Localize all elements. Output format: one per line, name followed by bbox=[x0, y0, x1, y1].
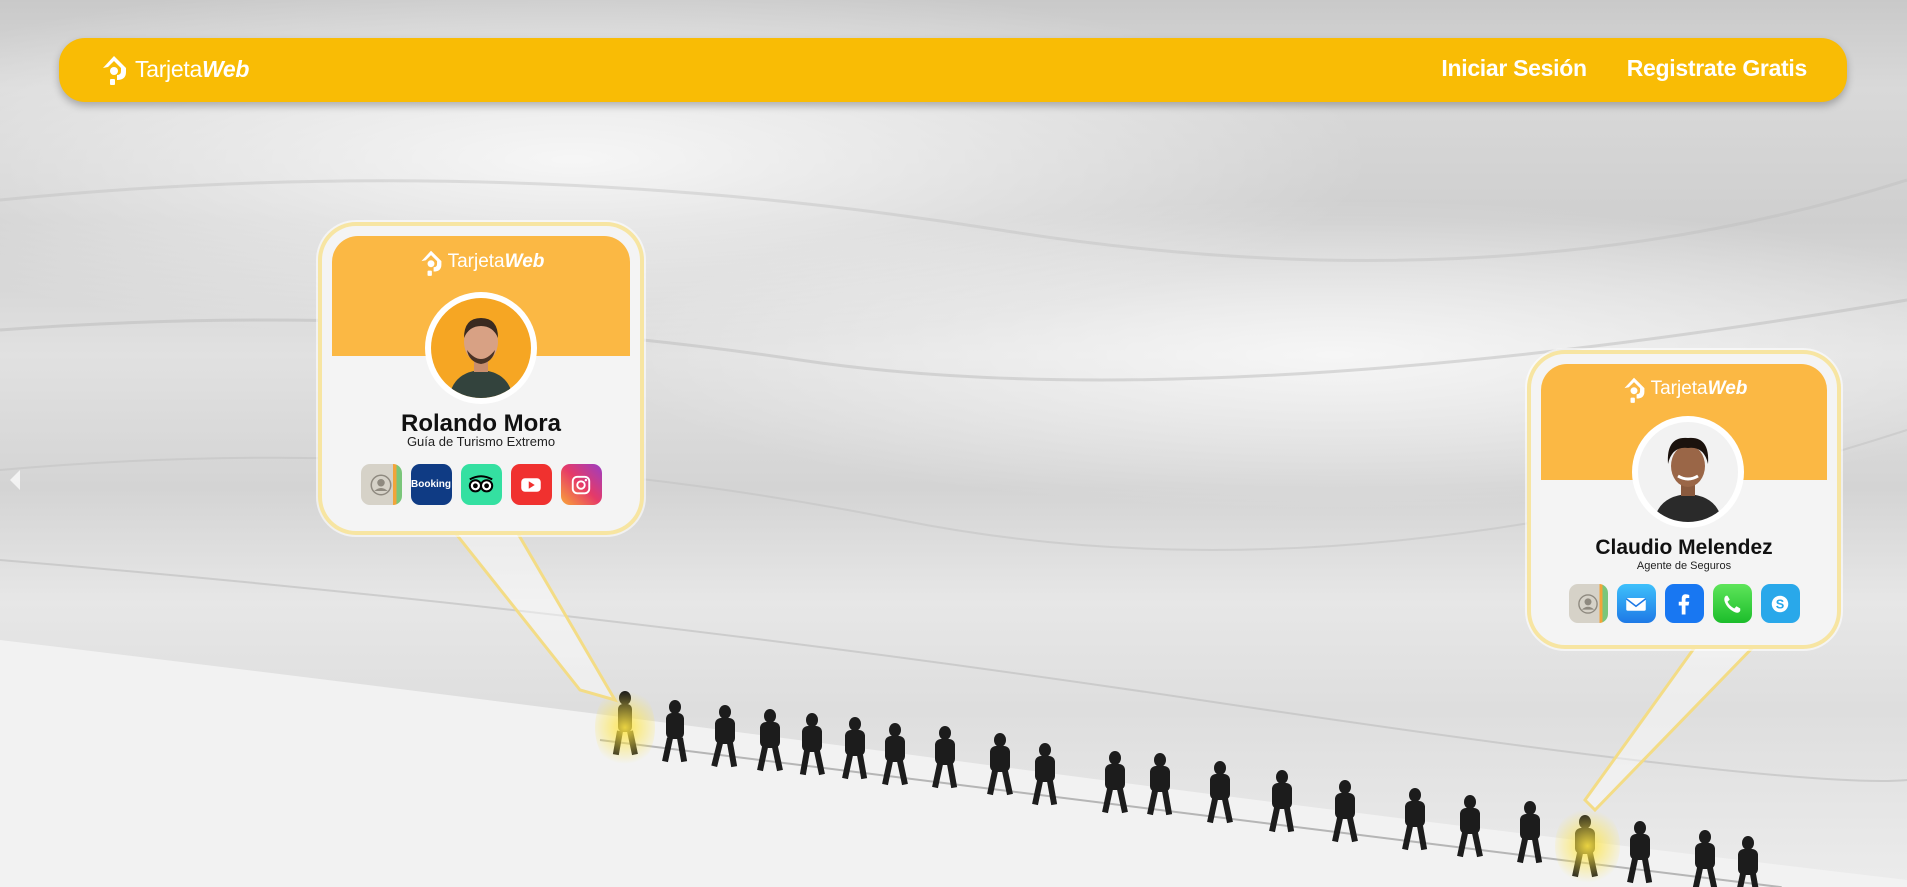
card-role: Guía de Turismo Extremo bbox=[406, 434, 556, 449]
carousel-prev-arrow[interactable] bbox=[10, 470, 20, 490]
card-role: Agente de Seguros bbox=[1636, 560, 1732, 572]
business-card-rolando[interactable]: TarjetaWeb Rolando Mora Guía de Turismo … bbox=[322, 226, 640, 531]
logo-icon bbox=[421, 250, 441, 276]
card-brand: TarjetaWeb bbox=[1541, 374, 1827, 404]
card-name: Claudio Melendez bbox=[1595, 536, 1773, 559]
logo-icon bbox=[103, 56, 126, 85]
mail-icon[interactable] bbox=[1616, 584, 1656, 623]
contacts-icon[interactable] bbox=[1568, 584, 1608, 623]
highlighted-hiker-claudio[interactable] bbox=[1555, 805, 1620, 887]
business-card-claudio[interactable]: TarjetaWeb Claudio Melendez Agente de Se… bbox=[1531, 354, 1837, 645]
instagram-icon[interactable] bbox=[560, 464, 602, 505]
svg-text:S: S bbox=[1776, 596, 1785, 611]
skype-icon[interactable]: S bbox=[1760, 584, 1800, 623]
nav-links: Iniciar Sesión Registrate Gratis bbox=[1441, 55, 1807, 82]
card-brand: TarjetaWeb bbox=[332, 247, 630, 277]
tripadvisor-icon[interactable] bbox=[460, 464, 502, 505]
register-link[interactable]: Registrate Gratis bbox=[1627, 55, 1808, 82]
highlighted-hiker-rolando[interactable] bbox=[595, 685, 655, 770]
phone-icon[interactable] bbox=[1712, 584, 1752, 623]
brand-name: TarjetaWeb bbox=[135, 55, 250, 82]
contacts-icon[interactable] bbox=[360, 464, 402, 505]
login-link[interactable]: Iniciar Sesión bbox=[1441, 55, 1587, 82]
card-app-icons: S bbox=[1531, 584, 1837, 623]
avatar bbox=[425, 292, 537, 404]
youtube-icon[interactable] bbox=[510, 464, 552, 505]
logo-icon bbox=[1624, 377, 1644, 403]
top-navbar: TarjetaWeb Iniciar Sesión Registrate Gra… bbox=[59, 38, 1847, 102]
brand-logo[interactable]: TarjetaWeb bbox=[99, 52, 249, 86]
card-app-icons: Booking bbox=[322, 464, 640, 505]
avatar bbox=[1632, 416, 1744, 528]
booking-icon[interactable]: Booking bbox=[410, 464, 452, 505]
facebook-icon[interactable] bbox=[1664, 584, 1704, 623]
